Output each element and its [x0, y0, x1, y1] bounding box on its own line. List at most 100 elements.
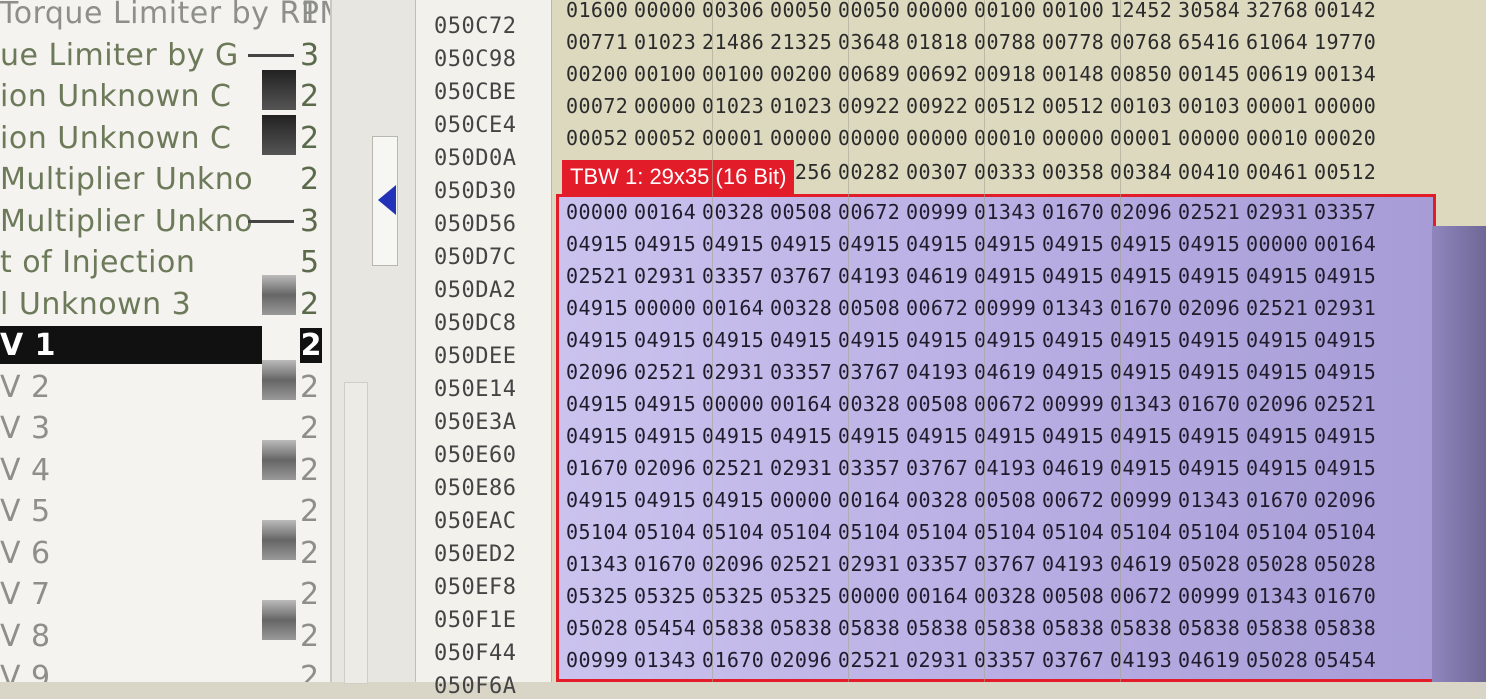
- hex-cell[interactable]: 01023: [770, 94, 838, 118]
- hex-cell[interactable]: 02931: [770, 456, 838, 480]
- hex-cell[interactable]: 01670: [634, 552, 702, 576]
- hex-cell[interactable]: 00000: [1314, 94, 1382, 118]
- hex-cell[interactable]: 02096: [770, 648, 838, 672]
- hex-cell[interactable]: 32768: [1246, 0, 1314, 22]
- panel-splitter[interactable]: [330, 0, 417, 684]
- hex-cell[interactable]: 00000: [634, 94, 702, 118]
- hex-cell[interactable]: 04915: [1314, 456, 1382, 480]
- hex-cell[interactable]: 04619: [1042, 456, 1110, 480]
- hex-cell[interactable]: 00050: [770, 0, 838, 22]
- hex-cell[interactable]: 04915: [1042, 328, 1110, 352]
- hex-cell[interactable]: 05104: [1178, 520, 1246, 544]
- hex-cell[interactable]: 03357: [906, 552, 974, 576]
- hex-cell[interactable]: 00103: [1178, 94, 1246, 118]
- hex-cell[interactable]: 05028: [1246, 552, 1314, 576]
- hex-cell[interactable]: 00000: [1246, 232, 1314, 256]
- hex-cell[interactable]: 00328: [906, 488, 974, 512]
- hex-cell[interactable]: 00000: [634, 296, 702, 320]
- hex-cell[interactable]: 04915: [1314, 360, 1382, 384]
- hex-cell[interactable]: 05104: [1042, 520, 1110, 544]
- hex-cell[interactable]: 05104: [1246, 520, 1314, 544]
- hex-cell[interactable]: 04915: [1314, 424, 1382, 448]
- hex-cell[interactable]: 00999: [906, 200, 974, 224]
- hex-cell[interactable]: 05838: [1042, 616, 1110, 640]
- hex-cell[interactable]: 00100: [634, 62, 702, 86]
- hex-cell[interactable]: 00619: [1246, 62, 1314, 86]
- hex-cell[interactable]: 04915: [1246, 456, 1314, 480]
- hex-cell[interactable]: 04915: [634, 328, 702, 352]
- hex-cell[interactable]: 02931: [634, 264, 702, 288]
- hex-dump-view[interactable]: 01600 00000 00306 00050 00050 00000 00100 00100…: [552, 0, 1486, 682]
- hex-cell[interactable]: 21325: [770, 30, 838, 54]
- hex-cell[interactable]: 03767: [770, 264, 838, 288]
- hex-cell[interactable]: 04915: [906, 232, 974, 256]
- hex-cell[interactable]: 05104: [1314, 520, 1382, 544]
- hex-cell[interactable]: 65416: [1178, 30, 1246, 54]
- hex-cell[interactable]: 04915: [566, 424, 634, 448]
- hex-cell[interactable]: 02521: [566, 264, 634, 288]
- hex-cell[interactable]: 00145: [1178, 62, 1246, 86]
- hex-cell[interactable]: 02521: [770, 552, 838, 576]
- hex-cell[interactable]: 05028: [1178, 552, 1246, 576]
- hex-cell[interactable]: 04915: [1314, 264, 1382, 288]
- hex-cell[interactable]: 01343: [1246, 584, 1314, 608]
- hex-cell[interactable]: 05838: [906, 616, 974, 640]
- hex-cell[interactable]: 04915: [566, 296, 634, 320]
- hex-cell[interactable]: 00672: [906, 296, 974, 320]
- hex-cell[interactable]: 01670: [1178, 392, 1246, 416]
- hex-cell[interactable]: 04915: [1314, 328, 1382, 352]
- hex-cell[interactable]: 04915: [770, 328, 838, 352]
- hex-cell[interactable]: 04915: [906, 424, 974, 448]
- hex-cell[interactable]: 02521: [1314, 392, 1382, 416]
- hex-cell[interactable]: 05454: [634, 616, 702, 640]
- hex-cell[interactable]: 01343: [566, 552, 634, 576]
- hex-cell[interactable]: 00771: [566, 30, 634, 54]
- hex-cell[interactable]: 01343: [1042, 296, 1110, 320]
- hex-cell[interactable]: 00672: [1042, 488, 1110, 512]
- hex-cell[interactable]: 00512: [1314, 160, 1382, 184]
- hex-cell[interactable]: 03357: [770, 360, 838, 384]
- hex-cell[interactable]: 04915: [906, 328, 974, 352]
- hex-cell[interactable]: 04915: [1246, 360, 1314, 384]
- hex-cell[interactable]: 04619: [1178, 648, 1246, 672]
- hex-cell[interactable]: 04915: [634, 488, 702, 512]
- hex-cell[interactable]: 05838: [1178, 616, 1246, 640]
- hex-cell[interactable]: 00164: [634, 200, 702, 224]
- hex-cell[interactable]: 00000: [566, 200, 634, 224]
- hex-cell[interactable]: 04915: [1042, 232, 1110, 256]
- hex-cell[interactable]: 03767: [1042, 648, 1110, 672]
- hex-cell[interactable]: 05838: [1246, 616, 1314, 640]
- hex-cell[interactable]: 04915: [634, 232, 702, 256]
- vertical-scrollbar[interactable]: [344, 382, 368, 684]
- hex-cell[interactable]: 04193: [1042, 552, 1110, 576]
- hex-cell[interactable]: 00508: [1042, 584, 1110, 608]
- hex-cell[interactable]: 05325: [634, 584, 702, 608]
- hex-cell[interactable]: 04915: [566, 328, 634, 352]
- hex-cell[interactable]: 00000: [906, 0, 974, 22]
- hex-cell[interactable]: 00692: [906, 62, 974, 86]
- hex-cell[interactable]: 00164: [1314, 232, 1382, 256]
- collapse-left-arrow-icon[interactable]: [378, 185, 396, 215]
- hex-cell[interactable]: 01600: [566, 0, 634, 22]
- hex-cell[interactable]: 02096: [1178, 296, 1246, 320]
- hex-cell[interactable]: 02931: [1314, 296, 1382, 320]
- hex-cell[interactable]: 04915: [566, 392, 634, 416]
- hex-cell[interactable]: 01670: [1314, 584, 1382, 608]
- hex-cell[interactable]: 02521: [1246, 296, 1314, 320]
- hex-cell[interactable]: 04915: [634, 392, 702, 416]
- hex-cell[interactable]: 05838: [770, 616, 838, 640]
- hex-cell[interactable]: 05028: [1314, 552, 1382, 576]
- hex-cell[interactable]: 19770: [1314, 30, 1382, 54]
- hex-cell[interactable]: 04915: [1042, 264, 1110, 288]
- hex-cell[interactable]: 00148: [1042, 62, 1110, 86]
- hex-cell[interactable]: 00200: [770, 62, 838, 86]
- hex-cell[interactable]: 00000: [770, 126, 838, 150]
- hex-cell[interactable]: 00052: [566, 126, 634, 150]
- hex-cell[interactable]: 00000: [634, 0, 702, 22]
- hex-cell[interactable]: 04915: [770, 232, 838, 256]
- hex-cell[interactable]: 01023: [634, 30, 702, 54]
- hex-cell[interactable]: 00000: [1042, 126, 1110, 150]
- hex-cell[interactable]: 01343: [634, 648, 702, 672]
- hex-cell[interactable]: 04193: [906, 360, 974, 384]
- hex-cell[interactable]: 04915: [566, 232, 634, 256]
